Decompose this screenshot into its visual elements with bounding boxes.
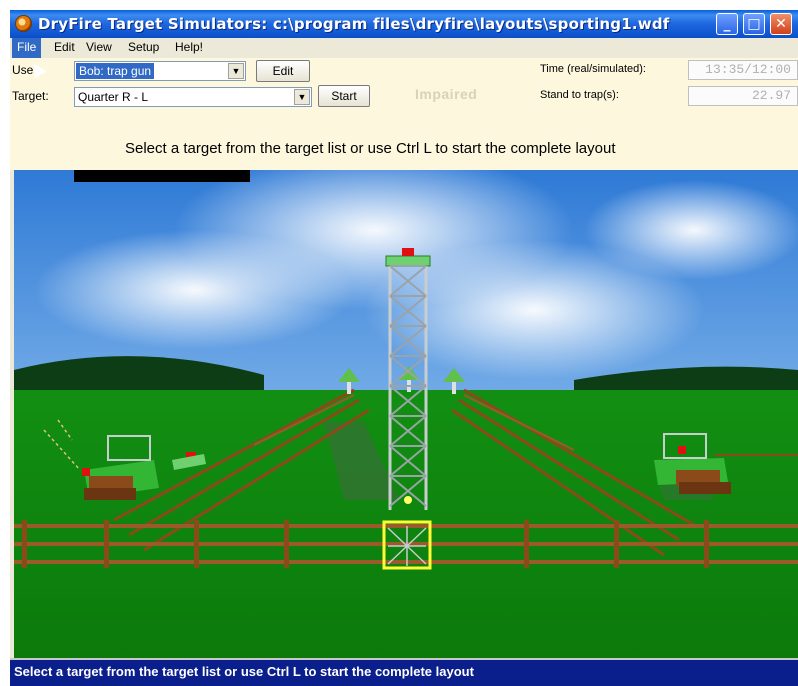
shooting-ground-scene xyxy=(14,170,798,658)
menu-file[interactable]: File xyxy=(12,38,42,58)
chevron-down-icon[interactable]: ▼ xyxy=(228,63,244,79)
time-label: Time (real/simulated): xyxy=(540,63,646,75)
hint-text: Select a target from the target list or … xyxy=(125,140,616,157)
menu-setup[interactable]: Setup xyxy=(128,40,159,54)
menu-edit[interactable]: Edit xyxy=(54,40,75,54)
progress-bar xyxy=(74,170,250,182)
app-icon[interactable] xyxy=(15,15,32,32)
menu-bar: File Edit View Setup Help! xyxy=(10,38,798,58)
target-label: Target: xyxy=(12,89,49,103)
menu-help[interactable]: Help! xyxy=(175,40,203,54)
start-button[interactable]: Start xyxy=(318,85,370,107)
stand-field: 22.97 xyxy=(688,86,798,106)
clay-target xyxy=(82,468,90,476)
chevron-down-icon[interactable]: ▼ xyxy=(294,89,310,105)
time-field: 13:35/12:00 xyxy=(688,60,798,80)
maximize-button[interactable]: □ xyxy=(743,13,765,35)
target-select-value: Quarter R - L xyxy=(78,90,149,104)
app-window: DryFire Target Simulators: c:\program fi… xyxy=(10,10,798,686)
window-title: DryFire Target Simulators: c:\program fi… xyxy=(38,15,670,33)
simulator-3d-view[interactable] xyxy=(14,170,798,658)
target-select[interactable]: Quarter R - L ▼ xyxy=(74,87,312,107)
cloud xyxy=(584,180,798,280)
user-select[interactable]: Bob: trap gun ▼ xyxy=(74,61,246,81)
stand-label: Stand to trap(s): xyxy=(540,89,619,101)
menu-view[interactable]: View xyxy=(86,40,112,54)
toolbar-panel: User: Bob: trap gun ▼ Edit Target: Quart… xyxy=(10,58,798,170)
cloud xyxy=(34,230,354,350)
clay-target xyxy=(678,446,686,454)
close-button[interactable]: ✕ xyxy=(770,13,792,35)
user-select-value: Bob: trap gun xyxy=(76,63,155,79)
title-bar[interactable]: DryFire Target Simulators: c:\program fi… xyxy=(10,10,798,38)
status-text: Select a target from the target list or … xyxy=(14,664,474,679)
edit-user-button[interactable]: Edit xyxy=(256,60,310,82)
status-bar: Select a target from the target list or … xyxy=(10,658,798,686)
minimize-button[interactable]: _ xyxy=(716,13,738,35)
clay-target xyxy=(402,248,414,256)
impaired-indicator: Impaired xyxy=(415,86,478,102)
